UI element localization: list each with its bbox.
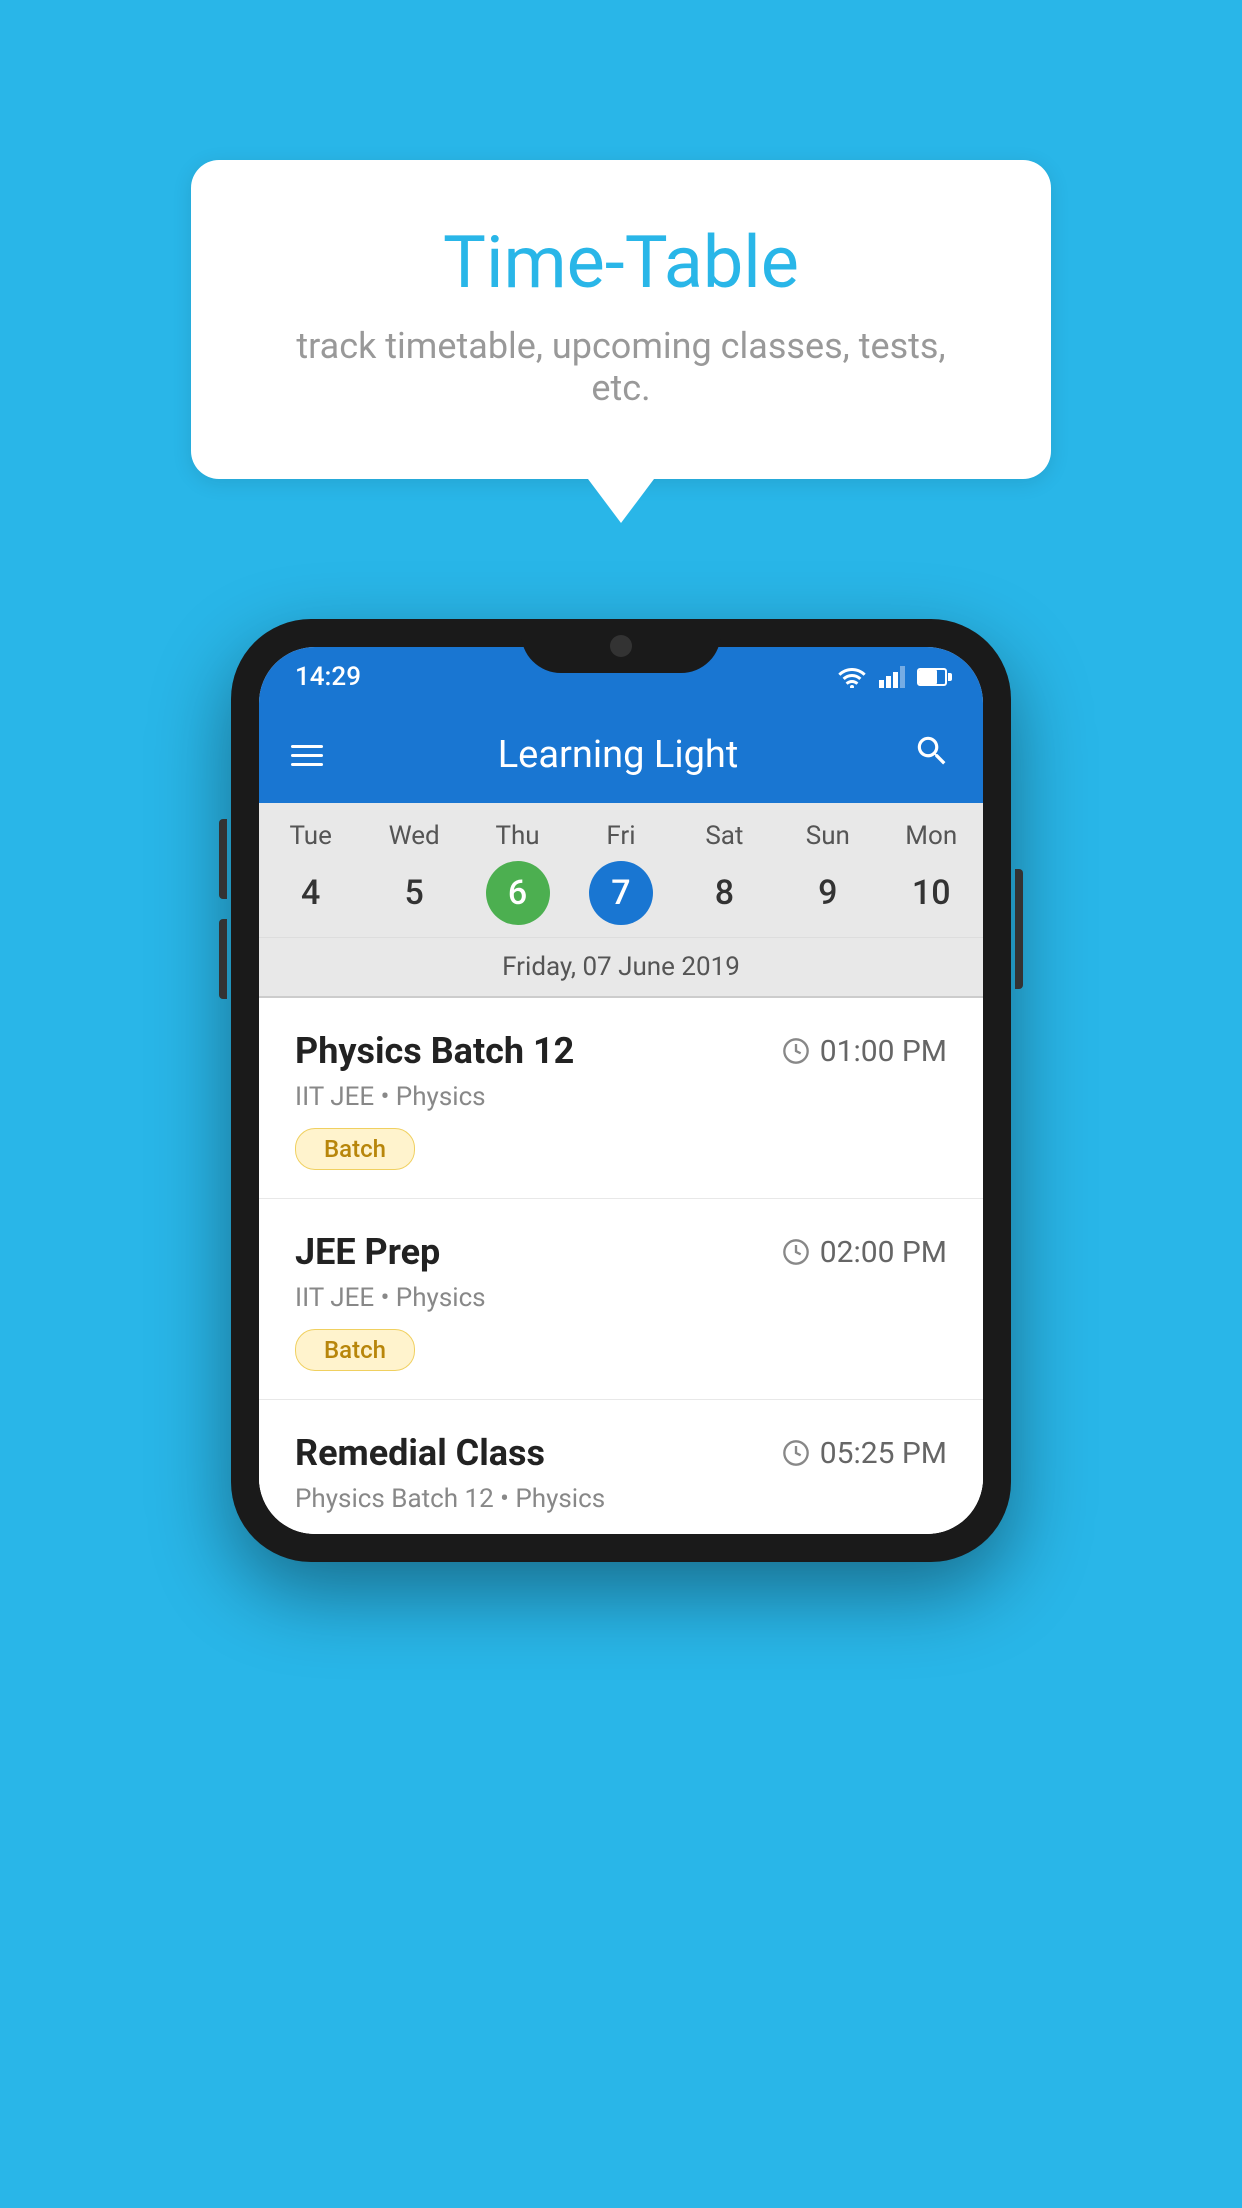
schedule-item-1-time-text: 01:00 PM — [820, 1034, 947, 1069]
schedule-item-1-badge: Batch — [295, 1128, 415, 1170]
schedule-item-3-subtitle: Physics Batch 12 • Physics — [295, 1484, 947, 1514]
wifi-icon — [837, 666, 867, 688]
bubble-subtitle: track timetable, upcoming classes, tests… — [271, 325, 971, 409]
camera-dot — [610, 635, 632, 657]
day-num-sat: 8 — [692, 861, 756, 925]
app-title: Learning Light — [347, 733, 889, 777]
schedule-item-1-subtitle: IIT JEE • Physics — [295, 1082, 947, 1112]
schedule-item-1-header: Physics Batch 12 01:00 PM — [295, 1030, 947, 1072]
schedule-item-2-time-text: 02:00 PM — [820, 1235, 947, 1270]
phone-frame: 14:29 — [231, 619, 1011, 1562]
schedule-item-2-subtitle: IIT JEE • Physics — [295, 1283, 947, 1313]
schedule-item-2-badge: Batch — [295, 1329, 415, 1371]
phone-wrapper: 14:29 — [231, 619, 1011, 1562]
status-icons — [837, 666, 947, 688]
schedule-item-3-time: 05:25 PM — [782, 1436, 947, 1471]
schedule-item-3[interactable]: Remedial Class 05:25 PM Physics Batch 12… — [259, 1400, 983, 1534]
day-tue[interactable]: Tue 4 — [259, 803, 362, 937]
speech-bubble: Time-Table track timetable, upcoming cla… — [191, 160, 1051, 479]
volume-up-button — [219, 819, 227, 899]
battery-icon — [917, 668, 947, 686]
phone-screen: 14:29 — [259, 647, 983, 1534]
day-num-sun: 9 — [796, 861, 860, 925]
status-time: 14:29 — [295, 662, 361, 692]
schedule-item-3-header: Remedial Class 05:25 PM — [295, 1432, 947, 1474]
clock-icon-3 — [782, 1439, 810, 1467]
clock-icon-1 — [782, 1037, 810, 1065]
day-mon[interactable]: Mon 10 — [880, 803, 983, 937]
schedule-item-1[interactable]: Physics Batch 12 01:00 PM IIT JEE • Phys… — [259, 998, 983, 1199]
day-name-tue: Tue — [289, 821, 331, 851]
schedule-item-2-name: JEE Prep — [295, 1231, 440, 1273]
day-thu[interactable]: Thu 6 — [466, 803, 569, 937]
day-sat[interactable]: Sat 8 — [673, 803, 776, 937]
day-num-fri: 7 — [589, 861, 653, 925]
power-button — [1015, 869, 1023, 989]
day-sun[interactable]: Sun 9 — [776, 803, 879, 937]
phone-notch — [521, 619, 721, 673]
schedule-item-2[interactable]: JEE Prep 02:00 PM IIT JEE • Physics Batc… — [259, 1199, 983, 1400]
day-fri[interactable]: Fri 7 — [569, 803, 672, 937]
schedule-item-1-name: Physics Batch 12 — [295, 1030, 574, 1072]
day-name-fri: Fri — [606, 821, 635, 851]
schedule-item-3-name: Remedial Class — [295, 1432, 545, 1474]
day-name-thu: Thu — [495, 821, 539, 851]
date-label: Friday, 07 June 2019 — [259, 938, 983, 998]
top-section: Time-Table track timetable, upcoming cla… — [0, 0, 1242, 539]
day-wed[interactable]: Wed 5 — [362, 803, 465, 937]
bubble-title: Time-Table — [271, 220, 971, 305]
schedule-item-2-header: JEE Prep 02:00 PM — [295, 1231, 947, 1273]
day-num-thu: 6 — [486, 861, 550, 925]
calendar-week-header: Tue 4 Wed 5 Thu 6 Fri 7 Sat 8 — [259, 803, 983, 938]
day-name-mon: Mon — [905, 821, 957, 851]
app-bar: Learning Light — [259, 707, 983, 803]
schedule-item-1-time: 01:00 PM — [782, 1034, 947, 1069]
day-num-tue: 4 — [279, 861, 343, 925]
search-icon[interactable] — [913, 732, 951, 779]
day-name-sat: Sat — [705, 821, 743, 851]
day-name-sun: Sun — [806, 821, 850, 851]
hamburger-menu-icon[interactable] — [291, 745, 323, 766]
signal-icon — [879, 666, 905, 688]
day-num-mon: 10 — [899, 861, 963, 925]
schedule-list: Physics Batch 12 01:00 PM IIT JEE • Phys… — [259, 998, 983, 1534]
day-num-wed: 5 — [382, 861, 446, 925]
day-name-wed: Wed — [389, 821, 440, 851]
volume-down-button — [219, 919, 227, 999]
schedule-item-2-time: 02:00 PM — [782, 1235, 947, 1270]
clock-icon-2 — [782, 1238, 810, 1266]
schedule-item-3-time-text: 05:25 PM — [820, 1436, 947, 1471]
